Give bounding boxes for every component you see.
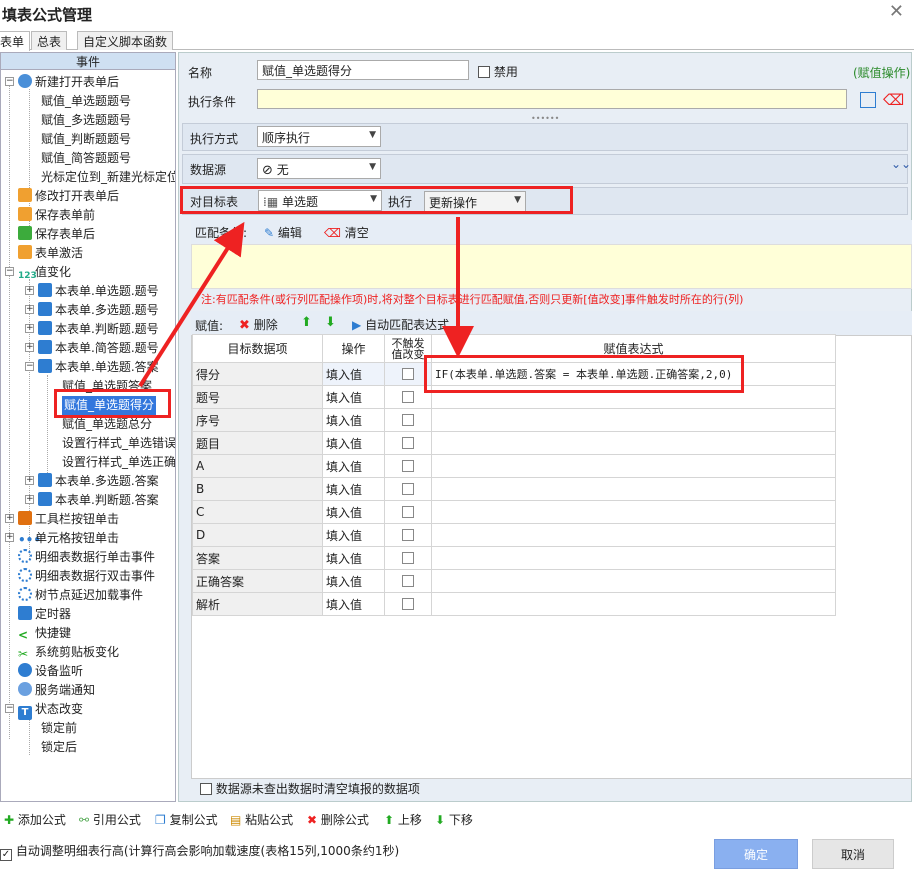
- paste-icon: ▤: [230, 813, 242, 827]
- cancel-button[interactable]: 取消: [812, 839, 894, 869]
- plus-icon: ✚: [4, 813, 15, 827]
- ref-formula-button[interactable]: ⚯ 引用公式: [79, 811, 141, 828]
- arrow-down-icon: ⬇: [435, 813, 446, 827]
- ok-button[interactable]: 确定: [714, 839, 798, 869]
- delete-formula-button[interactable]: ✖ 删除公式: [307, 811, 369, 828]
- move-up-button[interactable]: ⬆ 上移: [384, 811, 422, 828]
- paste-formula-button[interactable]: ▤ 粘贴公式: [230, 811, 293, 828]
- link-icon: ⚯: [79, 813, 90, 827]
- auto-row-height-label: 自动调整明细表行高(计算行高会影响加载速度(表格15列,1000条约1秒): [15, 844, 400, 858]
- add-formula-button[interactable]: ✚ 添加公式: [4, 811, 66, 828]
- auto-row-height-checkbox[interactable]: ✓ 自动调整明细表行高(计算行高会影响加载速度(表格15列,1000条约1秒): [0, 842, 399, 861]
- delete-icon: ✖: [307, 813, 318, 827]
- arrow-up-icon: ⬆: [384, 813, 395, 827]
- move-down-button[interactable]: ⬇ 下移: [435, 811, 473, 828]
- copy-formula-button[interactable]: ❐ 复制公式: [155, 811, 218, 828]
- annotation-arrows: [138, 217, 474, 388]
- copy-icon: ❐: [155, 813, 166, 827]
